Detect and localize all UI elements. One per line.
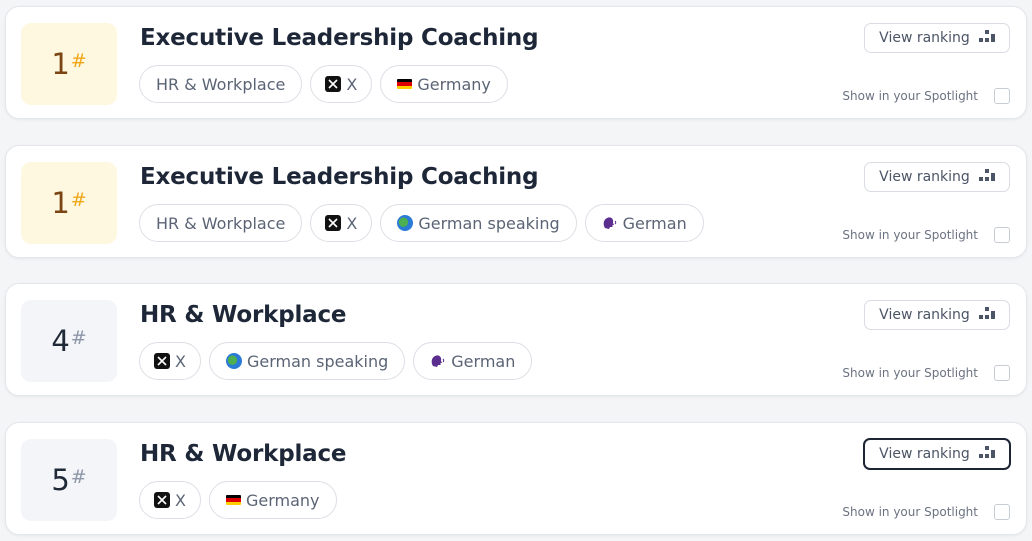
ranking-list: 1 # Executive Leadership Coaching HR & Wo… [0,0,1032,541]
rank-badge: 5 # [21,439,117,521]
chip-label: X [175,351,186,371]
rank-number: 1 [51,185,70,220]
x-logo-icon [325,76,342,92]
chip-platform[interactable]: X [139,342,201,380]
germany-flag-icon [225,495,241,505]
chip-label: HR & Workplace [156,74,286,94]
chip-language-region[interactable]: German speaking [208,342,406,380]
chip-platform[interactable]: X [310,65,373,103]
spotlight-label: Show in your Spotlight [842,228,978,242]
x-logo-icon [154,353,170,369]
chip-country[interactable]: Germany [208,481,337,519]
podium-icon [978,306,995,324]
spotlight-checkbox[interactable] [994,88,1010,104]
x-logo-icon [325,215,342,231]
chip-label: Germany [417,74,491,94]
chip-platform[interactable]: X [310,204,373,242]
chip-row: HR & Workplace X German speaking German [139,204,704,242]
chip-label: German [622,213,687,233]
chip-label: German speaking [246,351,389,371]
chip-row: HR & Workplace X Germany [139,65,508,103]
germany-flag-icon [397,79,413,89]
card-title: HR & Workplace [140,441,347,467]
chip-country[interactable]: Germany [380,65,508,103]
chip-language[interactable]: German [584,204,704,242]
card-title: HR & Workplace [140,302,347,328]
globe-icon [225,353,242,369]
spotlight-option: Show in your Spotlight [842,88,1010,104]
spotlight-option: Show in your Spotlight [842,504,1010,520]
chip-row: X German speaking German [139,342,533,380]
chip-label: Germany [245,490,320,510]
spotlight-label: Show in your Spotlight [842,366,978,380]
rank-hash: # [70,465,87,488]
rank-badge: 4 # [21,300,117,382]
ranking-card: 1 # Executive Leadership Coaching HR & Wo… [5,6,1027,119]
view-ranking-button[interactable]: View ranking [864,23,1010,53]
speaking-head-icon [430,353,446,369]
chip-category[interactable]: HR & Workplace [139,65,303,103]
spotlight-checkbox[interactable] [994,504,1010,520]
x-logo-icon [154,492,170,508]
chip-label: German [451,351,516,371]
chip-category[interactable]: HR & Workplace [139,204,303,242]
ranking-card: 4 # HR & Workplace X German speaking Germ… [5,283,1027,396]
card-title: Executive Leadership Coaching [140,164,539,190]
rank-hash: # [70,188,87,211]
chip-label: X [346,213,358,233]
rank-badge: 1 # [21,23,117,105]
spotlight-option: Show in your Spotlight [842,227,1010,243]
rank-hash: # [70,49,87,72]
globe-icon [397,215,414,231]
view-ranking-label: View ranking [879,30,970,46]
spotlight-checkbox[interactable] [994,365,1010,381]
rank-number: 4 [51,323,70,358]
chip-language-region[interactable]: German speaking [380,204,577,242]
view-ranking-label: View ranking [879,446,970,462]
chip-label: X [346,74,358,94]
rank-badge: 1 # [21,162,117,244]
view-ranking-button[interactable]: View ranking [864,162,1010,192]
spotlight-label: Show in your Spotlight [842,89,978,103]
speaking-head-icon [602,215,618,231]
chip-platform[interactable]: X [139,481,201,519]
rank-number: 5 [51,462,70,497]
podium-icon [978,445,995,463]
ranking-card: 1 # Executive Leadership Coaching HR & Wo… [5,145,1027,258]
chip-language[interactable]: German [413,342,533,380]
podium-icon [978,168,995,186]
spotlight-checkbox[interactable] [994,227,1010,243]
ranking-card: 5 # HR & Workplace X Germany View ranking… [5,422,1027,535]
podium-icon [978,29,995,47]
rank-hash: # [70,326,87,349]
spotlight-label: Show in your Spotlight [842,505,978,519]
chip-label: German speaking [418,213,560,233]
chip-label: X [175,490,186,510]
view-ranking-label: View ranking [879,169,970,185]
view-ranking-button[interactable]: View ranking [864,300,1010,330]
chip-label: HR & Workplace [156,213,286,233]
spotlight-option: Show in your Spotlight [842,365,1010,381]
view-ranking-button[interactable]: View ranking [863,438,1011,470]
rank-number: 1 [51,46,70,81]
card-title: Executive Leadership Coaching [140,25,539,51]
view-ranking-label: View ranking [879,307,970,323]
chip-row: X Germany [139,481,337,519]
